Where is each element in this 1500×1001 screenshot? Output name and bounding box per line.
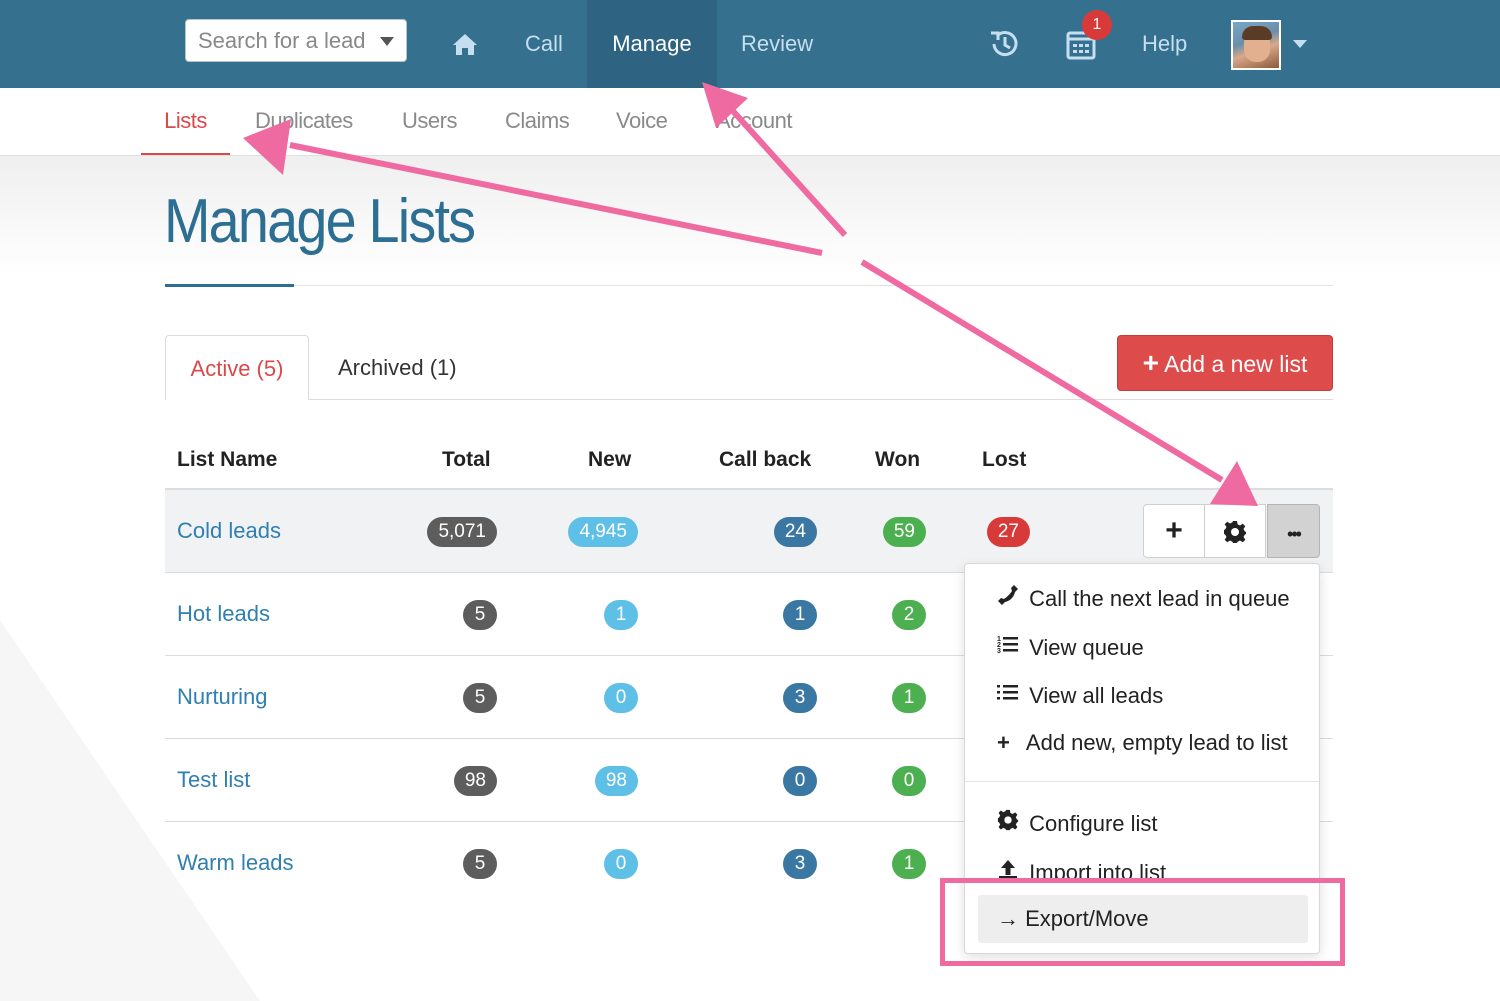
total-badge: 5 xyxy=(463,600,497,630)
new-badge: 98 xyxy=(594,766,638,796)
won-badge: 2 xyxy=(892,600,926,630)
menu-item-add-empty-lead[interactable]: + Add new, empty lead to list xyxy=(997,730,1288,756)
menu-item-call-next[interactable]: Call the next lead in queue xyxy=(997,584,1290,612)
total-badge: 5 xyxy=(463,683,497,713)
list-name-link[interactable]: Nurturing xyxy=(177,684,267,710)
new-badge: 4,945 xyxy=(568,517,638,547)
menu-item-configure-list[interactable]: Configure list xyxy=(997,809,1158,837)
tabs-divider xyxy=(165,399,1333,400)
chevron-down-icon[interactable] xyxy=(1293,40,1307,48)
nav-manage[interactable]: Manage xyxy=(587,0,717,88)
tab-archived[interactable]: Archived (1) xyxy=(338,335,457,400)
annotation-highlight-box xyxy=(940,878,1345,966)
column-header-list-name[interactable]: List Name xyxy=(177,448,277,472)
row-action-group: + ••• xyxy=(1143,504,1320,559)
total-badge: 5 xyxy=(463,849,497,879)
list-name-link[interactable]: Test list xyxy=(177,767,250,793)
subnav-lists[interactable]: Lists xyxy=(141,88,230,155)
lead-search-select[interactable]: Search for a lead xyxy=(185,19,407,62)
title-divider xyxy=(165,285,1333,286)
column-header-new[interactable]: New xyxy=(588,448,631,472)
sub-nav: Lists Duplicates Users Claims Voice Acco… xyxy=(0,88,1500,156)
subnav-claims[interactable]: Claims xyxy=(505,88,570,155)
total-badge: 98 xyxy=(453,766,497,796)
notification-badge: 1 xyxy=(1082,10,1112,40)
gear-icon xyxy=(1224,521,1246,543)
chevron-down-icon xyxy=(380,37,394,46)
home-icon[interactable] xyxy=(452,0,478,88)
won-badge: 0 xyxy=(892,766,926,796)
upload-icon xyxy=(997,858,1023,878)
list-name-link[interactable]: Cold leads xyxy=(177,518,281,544)
menu-item-label: Configure list xyxy=(1029,811,1158,836)
top-nav-bar: Search for a lead Call Manage Review 1 H… xyxy=(0,0,1500,88)
avatar[interactable] xyxy=(1231,20,1281,70)
add-new-list-label: Add a new list xyxy=(1164,351,1308,377)
plus-icon: + xyxy=(997,730,1010,755)
new-badge: 0 xyxy=(604,683,638,713)
list-name-link[interactable]: Warm leads xyxy=(177,850,294,876)
more-options-button[interactable]: ••• xyxy=(1267,504,1320,558)
column-header-total[interactable]: Total xyxy=(442,448,491,472)
tab-active[interactable]: Active (5) xyxy=(165,335,309,400)
subnav-users[interactable]: Users xyxy=(402,88,457,155)
won-badge: 1 xyxy=(892,683,926,713)
phone-icon xyxy=(997,584,1023,612)
subnav-account[interactable]: Account xyxy=(716,88,793,155)
call-back-badge: 0 xyxy=(783,766,817,796)
subnav-duplicates[interactable]: Duplicates xyxy=(255,88,353,155)
call-back-badge: 1 xyxy=(783,600,817,630)
add-new-list-button[interactable]: + Add a new list xyxy=(1117,335,1333,391)
menu-item-import[interactable]: Import into list xyxy=(997,858,1166,878)
subnav-voice[interactable]: Voice xyxy=(616,88,668,155)
svg-text:3: 3 xyxy=(997,648,1001,655)
menu-item-label: Import into list xyxy=(1029,860,1167,878)
page-title: Manage Lists xyxy=(164,187,476,256)
call-back-badge: 3 xyxy=(783,683,817,713)
new-badge: 1 xyxy=(604,600,638,630)
ellipsis-icon: ••• xyxy=(1287,524,1302,544)
menu-item-view-queue[interactable]: 1 2 3 View queue xyxy=(997,633,1144,661)
ordered-list-icon: 1 2 3 xyxy=(997,633,1023,661)
menu-item-view-all-leads[interactable]: View all leads xyxy=(997,681,1163,709)
menu-item-label: Add new, empty lead to list xyxy=(1025,730,1288,755)
configure-button[interactable] xyxy=(1204,504,1266,558)
column-header-lost[interactable]: Lost xyxy=(982,448,1026,472)
won-badge: 59 xyxy=(882,517,926,547)
menu-divider xyxy=(965,781,1319,782)
add-lead-button[interactable]: + xyxy=(1143,504,1205,558)
new-badge: 0 xyxy=(604,849,638,879)
total-badge: 5,071 xyxy=(427,517,497,547)
menu-item-label: Call the next lead in queue xyxy=(1029,586,1290,611)
nav-help[interactable]: Help xyxy=(1142,0,1187,88)
menu-item-label: View all leads xyxy=(1029,683,1164,708)
title-accent xyxy=(165,284,294,287)
nav-call[interactable]: Call xyxy=(525,0,563,88)
plus-icon: + xyxy=(1165,514,1183,547)
call-back-badge: 3 xyxy=(783,849,817,879)
gear-icon xyxy=(997,809,1023,837)
call-back-badge: 24 xyxy=(773,517,817,547)
column-header-won[interactable]: Won xyxy=(875,448,920,472)
history-icon[interactable] xyxy=(988,27,1022,66)
column-header-call-back[interactable]: Call back xyxy=(719,448,811,472)
list-name-link[interactable]: Hot leads xyxy=(177,601,270,627)
search-placeholder: Search for a lead xyxy=(198,28,366,53)
plus-icon: + xyxy=(1142,347,1160,378)
list-icon xyxy=(997,681,1023,709)
won-badge: 1 xyxy=(892,849,926,879)
nav-review[interactable]: Review xyxy=(741,0,813,88)
lost-badge: 27 xyxy=(986,517,1030,547)
menu-item-label: View queue xyxy=(1029,635,1144,660)
